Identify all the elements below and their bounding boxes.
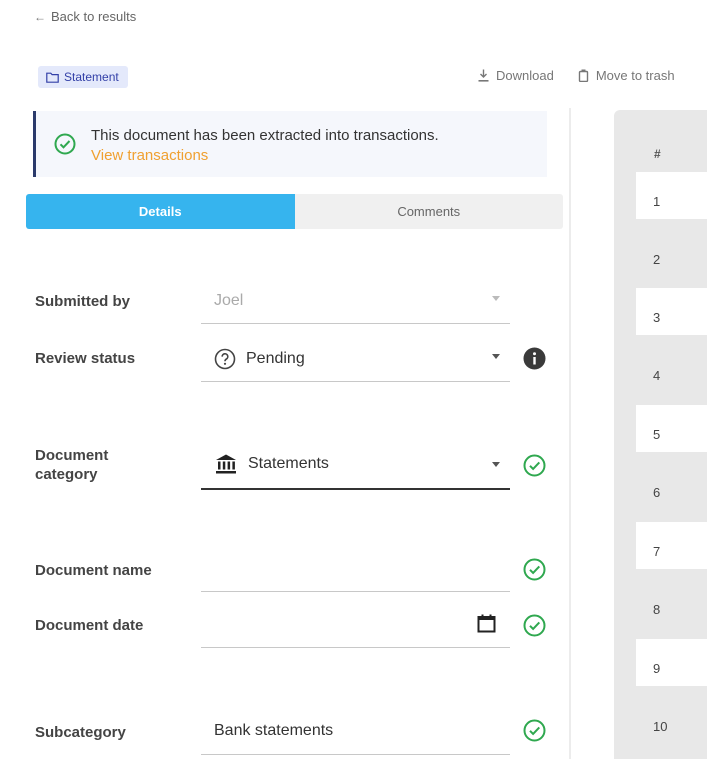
bank-icon [216, 454, 236, 474]
panel-divider [569, 108, 571, 759]
calendar-icon[interactable] [477, 614, 496, 633]
view-transactions-link[interactable]: View transactions [91, 145, 208, 166]
trash-icon [578, 69, 589, 82]
document-category-select[interactable]: Statements [201, 442, 510, 490]
extraction-banner: This document has been extracted into tr… [33, 111, 547, 177]
chevron-down-icon [492, 354, 500, 359]
table-row[interactable]: 7 [636, 522, 707, 569]
table-row[interactable]: 4 [636, 346, 707, 393]
back-to-results-link[interactable]: ← Back to results [34, 9, 136, 24]
download-button[interactable]: Download [478, 68, 554, 83]
subcategory-value: Bank statements [214, 722, 334, 739]
chip-label: Statement [64, 70, 119, 84]
download-label: Download [496, 68, 554, 83]
table-row[interactable]: 1 [636, 172, 707, 219]
table-row[interactable]: 10 [636, 697, 707, 744]
folder-icon [46, 72, 59, 83]
subcategory-label: Subcategory [35, 724, 126, 741]
move-to-trash-button[interactable]: Move to trash [578, 68, 675, 83]
review-status-label: Review status [35, 350, 136, 367]
check-circle-icon [523, 454, 546, 477]
arrow-left-icon: ← [34, 9, 46, 24]
subcategory-input[interactable]: Bank statements [201, 707, 510, 755]
table-row[interactable]: 3 [636, 288, 707, 335]
review-status-select[interactable]: Pending [201, 334, 510, 382]
row-number-header: # [654, 147, 661, 161]
table-row[interactable]: 9 [636, 639, 707, 686]
table-row[interactable]: 8 [636, 580, 707, 627]
check-circle-icon [54, 133, 76, 155]
review-status-value: Pending [246, 350, 305, 367]
document-category-value: Statements [248, 455, 329, 472]
submitted-by-label: Submitted by [35, 293, 131, 310]
download-icon [478, 69, 489, 82]
tab-details[interactable]: Details [26, 194, 295, 229]
table-row[interactable]: 2 [636, 230, 707, 277]
check-circle-icon [523, 558, 546, 581]
document-actions: Download Move to trash [478, 68, 675, 83]
submitted-by-value: Joel [214, 292, 244, 309]
question-circle-icon [214, 348, 236, 370]
document-date-input[interactable] [201, 600, 510, 648]
back-link-label: Back to results [51, 9, 137, 24]
detail-tabs: Details Comments [26, 194, 563, 229]
table-row[interactable]: 6 [636, 463, 707, 510]
check-circle-icon [523, 719, 546, 742]
info-icon[interactable] [523, 347, 546, 370]
transactions-table: # 1 2 3 4 5 6 7 8 9 10 [614, 110, 707, 759]
chevron-down-icon [492, 296, 500, 301]
document-name-label: Document name [35, 562, 152, 579]
table-row[interactable]: 5 [636, 405, 707, 452]
tab-comments[interactable]: Comments [294, 194, 563, 229]
submitted-by-select[interactable]: Joel [201, 276, 510, 324]
chevron-down-icon [492, 462, 500, 467]
move-to-trash-label: Move to trash [595, 68, 675, 83]
document-type-chip: Statement [38, 66, 128, 88]
document-date-label: Document date [35, 617, 144, 634]
document-name-input[interactable] [201, 544, 510, 592]
banner-message: This document has been extracted into tr… [91, 127, 439, 144]
check-circle-icon [523, 614, 546, 637]
document-category-label: Document category [35, 447, 109, 483]
